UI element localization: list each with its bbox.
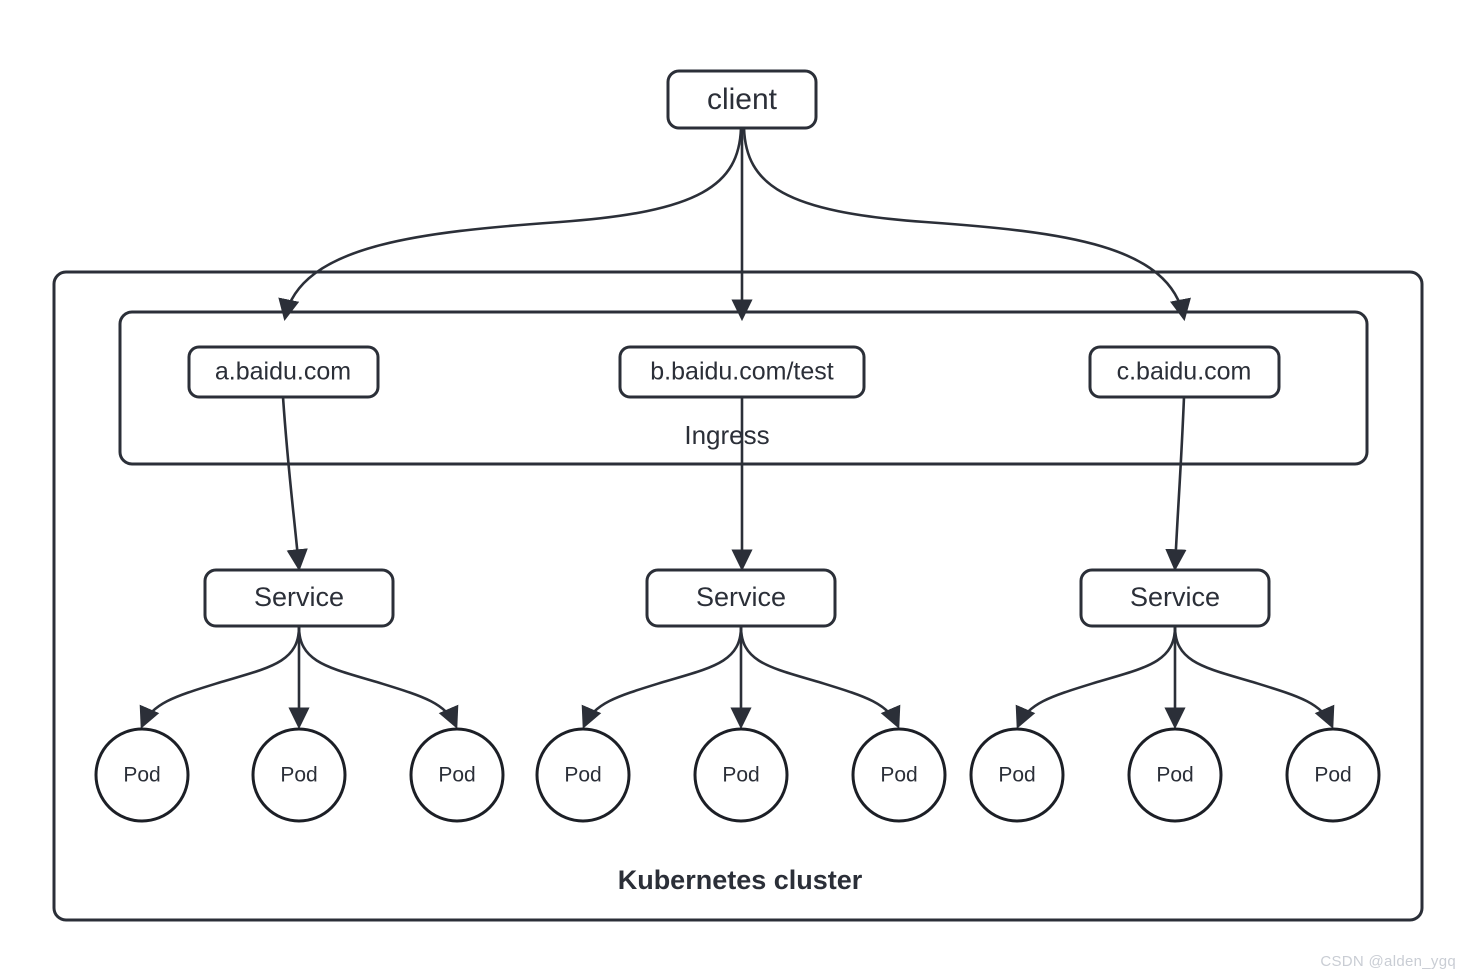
pod-node[interactable]: Pod [693, 727, 789, 823]
service-label-1: Service [254, 582, 344, 612]
cluster-label: Kubernetes cluster [618, 865, 863, 895]
pod-node[interactable]: Pod [409, 727, 505, 823]
watermark: CSDN @alden_ygq [1320, 953, 1456, 970]
ingress-rule-label-c: c.baidu.com [1117, 358, 1252, 386]
service-node-1[interactable]: Service [203, 568, 395, 628]
service-label-2: Service [696, 582, 786, 612]
pod-label: Pod [280, 764, 317, 787]
pod-label: Pod [438, 764, 475, 787]
pod-node[interactable]: Pod [969, 727, 1065, 823]
pod-label: Pod [1314, 764, 1351, 787]
client-node[interactable]: client [666, 69, 818, 130]
service-node-3[interactable]: Service [1079, 568, 1271, 628]
edge-client-to-rule-3 [742, 127, 1191, 322]
ingress-rule-label-b: b.baidu.com/test [650, 358, 833, 386]
ingress-rule-label-a: a.baidu.com [215, 358, 351, 386]
edge-service-2-to-pod-1 [581, 626, 743, 729]
pod-node[interactable]: Pod [535, 727, 631, 823]
pod-node[interactable]: Pod [851, 727, 947, 823]
edge-rule-3-to-service-3 [1165, 396, 1187, 572]
edge-service-1-to-pod-1 [139, 626, 301, 729]
pod-label: Pod [1156, 764, 1193, 787]
service-node-2[interactable]: Service [645, 568, 837, 628]
pod-label: Pod [880, 764, 917, 787]
pod-label: Pod [998, 764, 1035, 787]
edge-rule-1-to-service-1 [281, 396, 308, 572]
ingress-rule-a[interactable]: a.baidu.com [187, 345, 380, 399]
service-label-3: Service [1130, 582, 1220, 612]
pod-node[interactable]: Pod [251, 727, 347, 823]
edge-service-2-to-pod-3 [739, 626, 901, 729]
pod-node[interactable]: Pod [94, 727, 190, 823]
edge-client-to-rule-1 [278, 127, 743, 322]
pod-label: Pod [564, 764, 601, 787]
edge-service-3-to-pod-3 [1173, 626, 1335, 729]
pod-label: Pod [722, 764, 759, 787]
kubernetes-ingress-diagram: client a.baidu.com b.baidu.com/test c.ba… [0, 0, 1470, 980]
pod-node[interactable]: Pod [1127, 727, 1223, 823]
edge-service-3-to-pod-1 [1015, 626, 1177, 729]
edge-service-1-to-pod-3 [297, 626, 459, 729]
client-label: client [707, 83, 778, 116]
ingress-rule-b[interactable]: b.baidu.com/test [618, 345, 866, 399]
pod-label: Pod [123, 764, 160, 787]
pod-node[interactable]: Pod [1285, 727, 1381, 823]
diagram-canvas: client a.baidu.com b.baidu.com/test c.ba… [52, 69, 1424, 922]
ingress-container-label: Ingress [684, 420, 769, 450]
ingress-rule-c[interactable]: c.baidu.com [1088, 345, 1281, 399]
